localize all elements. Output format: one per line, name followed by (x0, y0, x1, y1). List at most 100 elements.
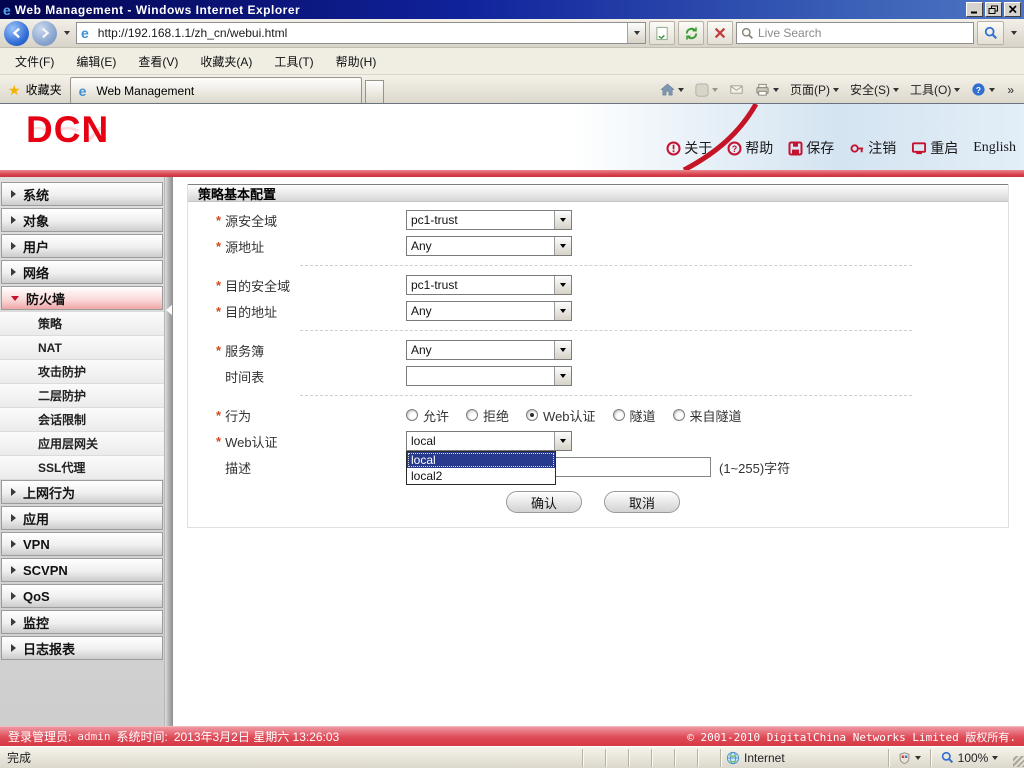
collapse-left-icon[interactable] (166, 305, 172, 315)
sidebar-item-network[interactable]: 网络 (1, 260, 163, 284)
dropdown-arrow-button[interactable] (554, 211, 571, 229)
menu-item[interactable]: 收藏夹(A) (189, 49, 263, 74)
sidebar-item-alg[interactable]: 应用层网关 (0, 432, 164, 456)
address-dropdown-button[interactable] (627, 23, 645, 43)
radio-icon[interactable] (612, 409, 625, 421)
radio-icon[interactable] (672, 409, 685, 421)
sidebar-item-scvpn[interactable]: SCVPN (1, 558, 163, 582)
url-text[interactable]: http://192.168.1.1/zh_cn/webui.html (98, 26, 287, 40)
webauth-option[interactable]: local (407, 452, 555, 468)
action-radio-option[interactable]: 允许 (406, 406, 449, 425)
print-button[interactable] (750, 80, 784, 99)
command-overflow-button[interactable]: » (1002, 81, 1019, 99)
page-menu-button[interactable]: 页面(P) (785, 79, 844, 100)
src-zone-select[interactable]: pc1-trust (406, 210, 572, 230)
reboot-link[interactable]: 重启 (911, 138, 958, 158)
back-button[interactable] (4, 20, 29, 46)
confirm-button[interactable]: 确认 (506, 491, 582, 513)
dst-zone-row: * 目的安全域 pc1-trust (188, 272, 1008, 298)
schedule-select[interactable] (406, 366, 572, 386)
tools-menu-button[interactable]: 工具(O) (905, 79, 965, 100)
menu-item[interactable]: 帮助(H) (325, 49, 388, 74)
radio-icon[interactable] (406, 409, 418, 421)
search-options-button[interactable] (1007, 23, 1020, 44)
dst-zone-select[interactable]: pc1-trust (406, 275, 572, 295)
svg-text:?: ? (976, 85, 981, 95)
action-radio-option[interactable]: Web认证 (526, 406, 596, 425)
help-menu-button[interactable]: ? (966, 80, 1000, 99)
sidebar-splitter[interactable] (164, 177, 173, 726)
live-search-box[interactable] (736, 22, 974, 44)
protected-mode-button[interactable] (888, 748, 930, 767)
about-link[interactable]: 关于 (666, 138, 712, 158)
dropdown-arrow-button[interactable] (554, 276, 571, 294)
sidebar-item-user[interactable]: 用户 (1, 234, 163, 258)
radio-icon[interactable] (466, 409, 479, 421)
favorites-button[interactable]: ★ 收藏夹 (4, 79, 70, 103)
restore-button[interactable] (985, 2, 1002, 17)
webauth-select[interactable]: local (406, 431, 572, 451)
forward-button[interactable] (32, 20, 57, 46)
search-input[interactable] (758, 26, 969, 40)
cancel-button[interactable]: 取消 (604, 491, 680, 513)
sidebar-item-monitor[interactable]: 监控 (1, 610, 163, 634)
service-label: 服务簿 (225, 343, 265, 359)
feeds-button[interactable] (690, 81, 723, 99)
tab-web-management[interactable]: e Web Management (69, 77, 362, 103)
close-button[interactable] (1004, 2, 1021, 17)
menu-item[interactable]: 编辑(E) (65, 49, 127, 74)
sidebar-item-object[interactable]: 对象 (1, 208, 163, 232)
menu-item[interactable]: 工具(T) (263, 49, 324, 74)
sidebar-item-log-report[interactable]: 日志报表 (1, 636, 163, 660)
dropdown-arrow-button[interactable] (554, 341, 571, 359)
sidebar-item-vpn[interactable]: VPN (1, 532, 163, 556)
save-link[interactable]: 保存 (788, 138, 834, 158)
sidebar-item-policy[interactable]: 策略 (0, 312, 164, 336)
stop-button[interactable] (707, 21, 733, 45)
action-radio-option[interactable]: 隧道 (612, 406, 656, 425)
sidebar-item-nat[interactable]: NAT (0, 336, 164, 360)
refresh-button[interactable] (678, 21, 704, 45)
action-radio-option[interactable]: 拒绝 (466, 406, 509, 425)
sidebar-item-system[interactable]: 系统 (1, 182, 163, 206)
dropdown-arrow-button[interactable] (554, 432, 571, 450)
monitor-icon (912, 141, 927, 154)
dropdown-arrow-button[interactable] (554, 237, 571, 255)
new-tab-button[interactable] (364, 80, 384, 103)
sidebar-item-application[interactable]: 应用 (1, 506, 163, 530)
help-link[interactable]: ? 帮助 (727, 138, 773, 158)
minimize-button[interactable] (966, 2, 983, 17)
webauth-option[interactable]: local2 (407, 468, 555, 484)
sidebar-item-qos[interactable]: QoS (1, 584, 163, 608)
swoosh-decoration (682, 104, 759, 170)
english-link[interactable]: English (973, 140, 1016, 156)
search-go-button[interactable] (977, 21, 1004, 45)
sidebar-item-web-behavior[interactable]: 上网行为 (1, 480, 163, 504)
window-titlebar[interactable]: e Web Management - Windows Internet Expl… (0, 0, 1024, 19)
security-menu-button[interactable]: 安全(S) (845, 79, 904, 100)
sidebar-item-l2-defense[interactable]: 二层防护 (0, 384, 164, 408)
triangle-right-icon (11, 216, 16, 224)
sidebar-item-firewall[interactable]: 防火墙 (1, 286, 163, 310)
menu-item[interactable]: 文件(F) (4, 49, 65, 74)
address-bar[interactable]: e http://192.168.1.1/zh_cn/webui.html (76, 22, 646, 44)
dst-addr-select[interactable]: Any (406, 301, 572, 321)
radio-icon[interactable] (526, 409, 539, 421)
sidebar-item-ssl-proxy[interactable]: SSL代理 (0, 456, 164, 480)
back-arrow-icon (12, 27, 20, 39)
src-addr-select[interactable]: Any (406, 236, 572, 256)
compatibility-view-button[interactable] (649, 21, 675, 45)
zoom-control[interactable]: 100% (930, 748, 1008, 767)
logout-link[interactable]: 注销 (849, 138, 896, 158)
mail-button[interactable] (724, 81, 749, 98)
service-select[interactable]: Any (406, 340, 572, 360)
sidebar-item-session-limit[interactable]: 会话限制 (0, 408, 164, 432)
dropdown-arrow-button[interactable] (554, 302, 571, 320)
sidebar-item-attack-defense[interactable]: 攻击防护 (0, 360, 164, 384)
home-button[interactable] (655, 80, 689, 99)
dropdown-arrow-button[interactable] (554, 367, 571, 385)
menu-item[interactable]: 查看(V) (127, 49, 189, 74)
history-dropdown-button[interactable] (60, 23, 73, 44)
action-radio-option[interactable]: 来自隧道 (672, 406, 742, 425)
resize-grip[interactable] (1008, 749, 1024, 767)
